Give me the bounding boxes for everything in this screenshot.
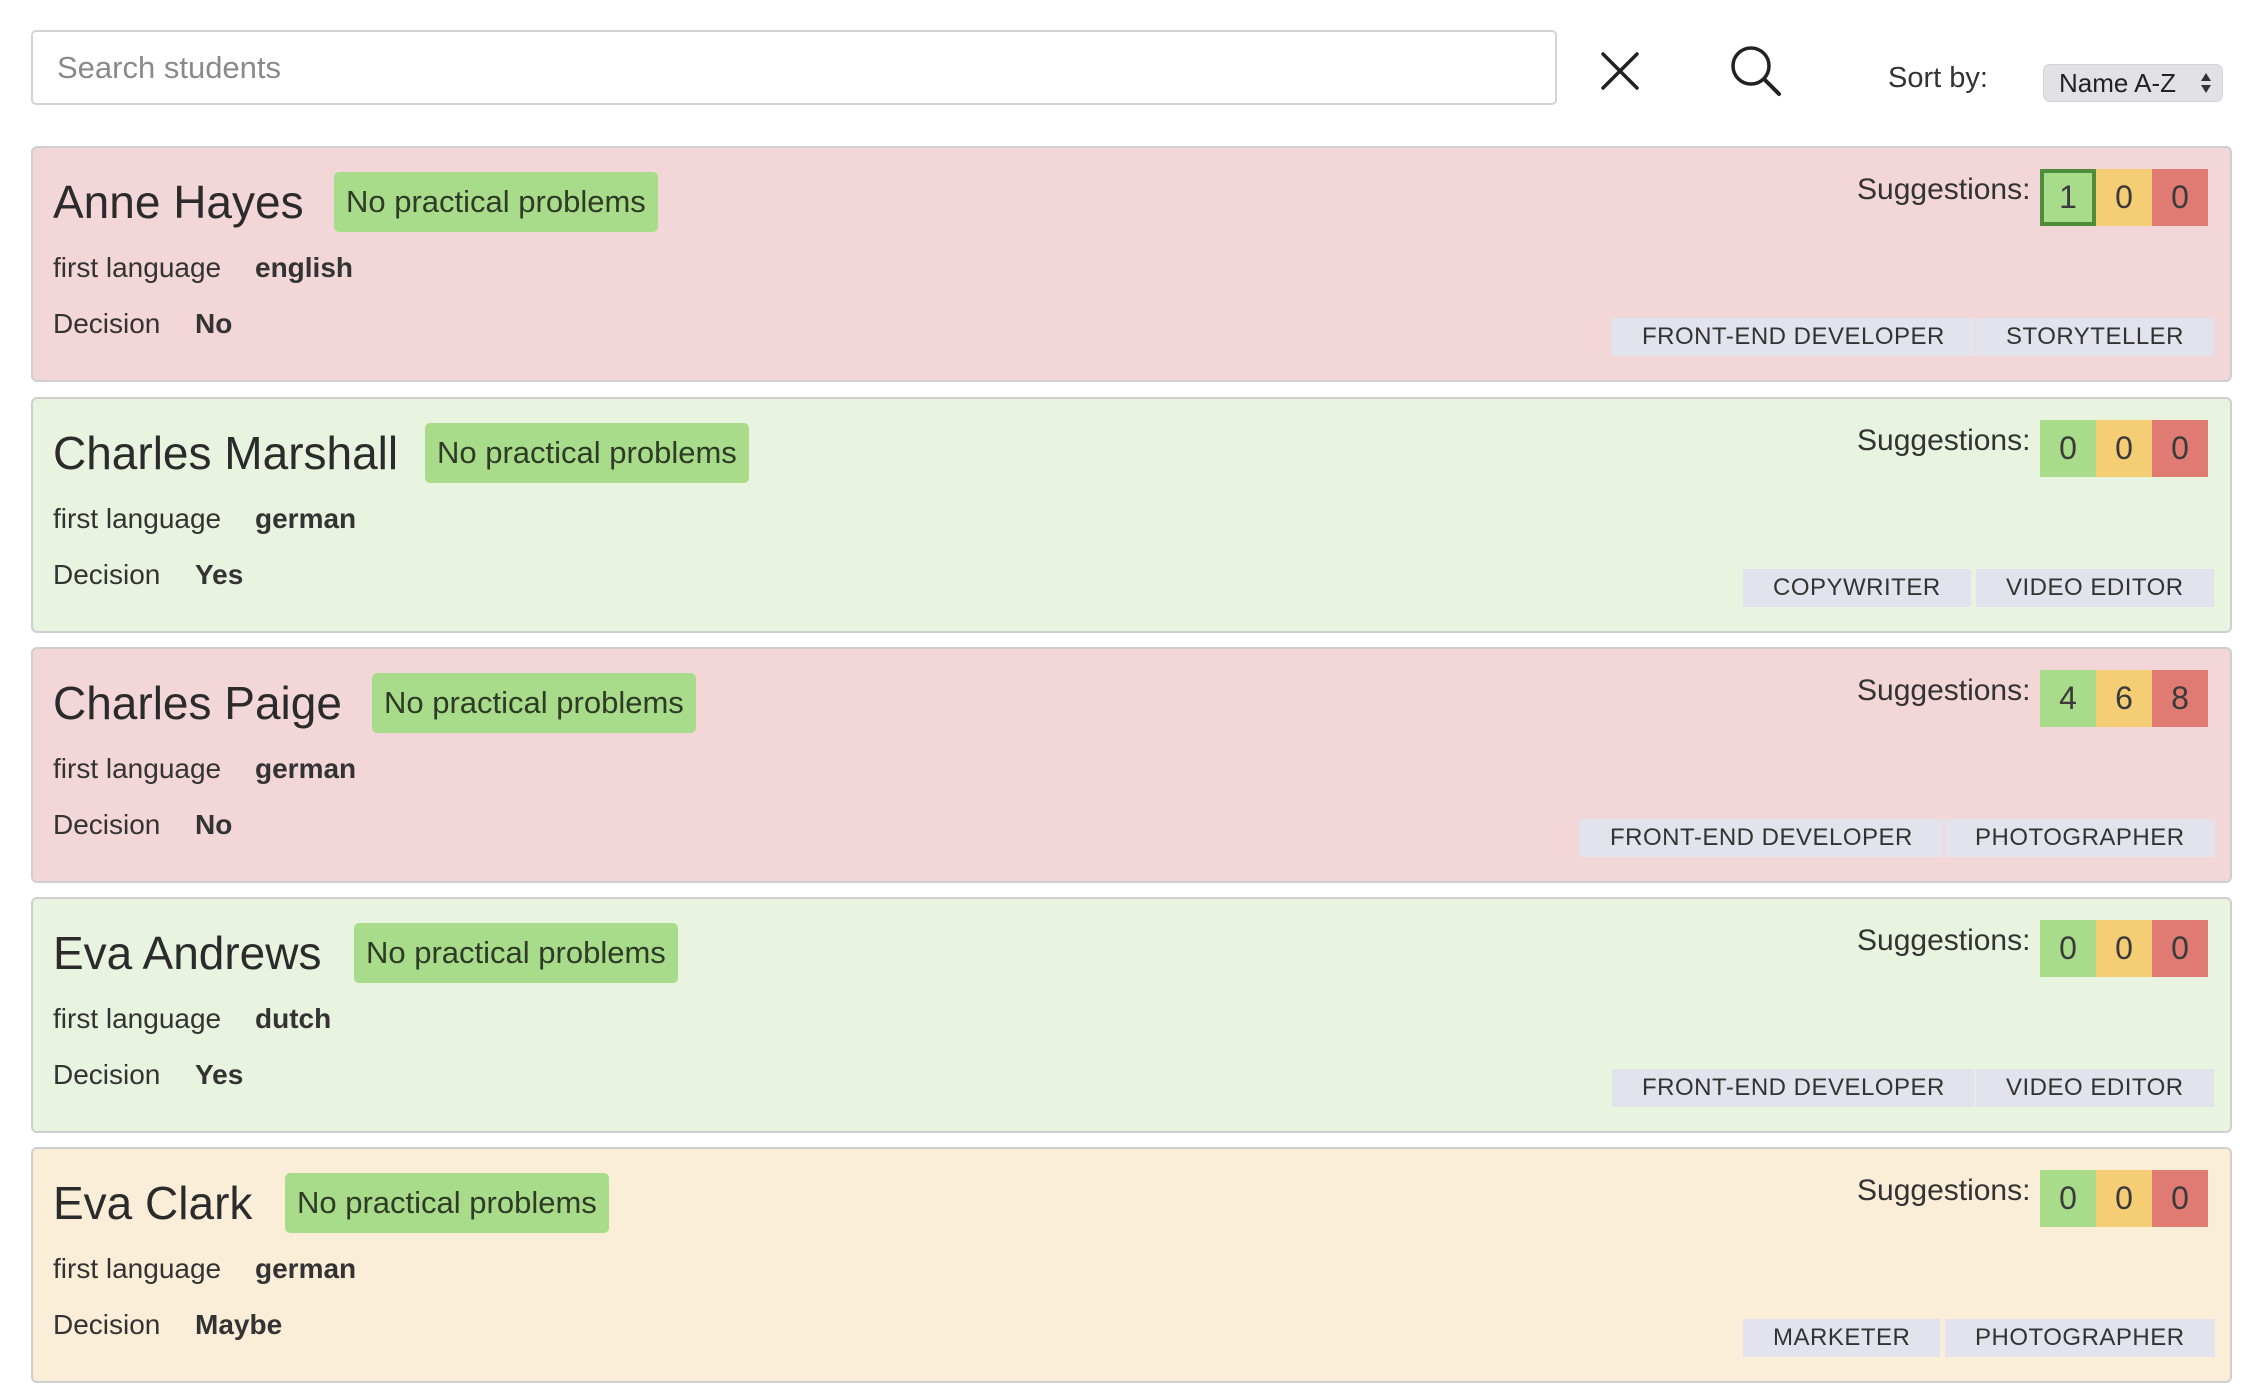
sort-label: Sort by: xyxy=(1888,62,1988,94)
status-badge: No practical problems xyxy=(285,1173,609,1233)
skill-tag[interactable]: FRONT-END DEVELOPER xyxy=(1612,1069,1975,1107)
suggestion-yes-count[interactable]: 4 xyxy=(2040,670,2096,727)
clear-search-button[interactable] xyxy=(1594,45,1646,97)
first-language-label: first language xyxy=(53,1003,222,1034)
sort-select[interactable]: Name A-Z xyxy=(2043,64,2223,102)
skill-tag[interactable]: COPYWRITER xyxy=(1743,569,1971,607)
suggestion-maybe-count[interactable]: 6 xyxy=(2096,670,2152,727)
suggestion-yes-count[interactable]: 0 xyxy=(2040,920,2096,977)
decision-value: No xyxy=(195,809,233,840)
first-language-label: first language xyxy=(53,1253,222,1284)
student-card[interactable]: Charles Paige No practical problems firs… xyxy=(31,647,2232,883)
status-badge: No practical problems xyxy=(334,172,658,232)
status-badge: No practical problems xyxy=(354,923,678,983)
skill-tag[interactable]: VIDEO EDITOR xyxy=(1976,1069,2214,1107)
decision-value: Yes xyxy=(195,559,244,590)
skill-tag[interactable]: VIDEO EDITOR xyxy=(1976,569,2214,607)
decision-label: Decision xyxy=(53,809,161,840)
skill-tag[interactable]: FRONT-END DEVELOPER xyxy=(1612,318,1975,356)
suggestion-maybe-count[interactable]: 0 xyxy=(2096,920,2152,977)
search-button[interactable] xyxy=(1725,40,1787,102)
suggestion-yes-count[interactable]: 1 xyxy=(2040,169,2096,226)
suggestions-label: Suggestions: xyxy=(1857,1174,2031,1207)
skill-tag[interactable]: FRONT-END DEVELOPER xyxy=(1580,819,1943,857)
decision-label: Decision xyxy=(53,559,161,590)
first-language-label: first language xyxy=(53,503,222,534)
decision-value: No xyxy=(195,308,233,339)
skill-tag[interactable]: PHOTOGRAPHER xyxy=(1945,1319,2215,1357)
student-name[interactable]: Charles Paige xyxy=(53,676,342,730)
suggestion-maybe-count[interactable]: 0 xyxy=(2096,1170,2152,1227)
search-icon xyxy=(1731,46,1781,96)
student-name[interactable]: Anne Hayes xyxy=(53,175,304,229)
suggestions-label: Suggestions: xyxy=(1857,424,2031,457)
suggestions-label: Suggestions: xyxy=(1857,173,2031,206)
student-card[interactable]: Charles Marshall No practical problems f… xyxy=(31,397,2232,633)
decision-value: Yes xyxy=(195,1059,244,1090)
suggestion-maybe-count[interactable]: 0 xyxy=(2096,420,2152,477)
suggestion-no-count[interactable]: 0 xyxy=(2152,420,2208,477)
close-icon xyxy=(1601,52,1639,90)
first-language-label: first language xyxy=(53,252,222,283)
first-language-label: first language xyxy=(53,753,222,784)
suggestion-yes-count[interactable]: 0 xyxy=(2040,420,2096,477)
suggestions-label: Suggestions: xyxy=(1857,924,2031,957)
student-list-page: Sort by: Name A-Z Anne Hayes No practica… xyxy=(0,0,2254,1394)
decision-label: Decision xyxy=(53,1059,161,1090)
suggestion-no-count[interactable]: 0 xyxy=(2152,169,2208,226)
status-badge: No practical problems xyxy=(425,423,749,483)
skill-tag[interactable]: MARKETER xyxy=(1743,1319,1941,1357)
student-card[interactable]: Anne Hayes No practical problems first l… xyxy=(31,146,2232,382)
suggestions-label: Suggestions: xyxy=(1857,674,2031,707)
student-name[interactable]: Eva Andrews xyxy=(53,926,321,980)
suggestion-maybe-count[interactable]: 0 xyxy=(2096,169,2152,226)
student-card[interactable]: Eva Clark No practical problems first la… xyxy=(31,1147,2232,1383)
decision-label: Decision xyxy=(53,1309,161,1340)
skill-tag[interactable]: PHOTOGRAPHER xyxy=(1945,819,2215,857)
search-input[interactable] xyxy=(31,30,1557,105)
decision-label: Decision xyxy=(53,308,161,339)
first-language-value: dutch xyxy=(255,1003,332,1034)
sort-arrows-icon xyxy=(2201,73,2211,93)
first-language-value: german xyxy=(255,1253,357,1284)
decision-value: Maybe xyxy=(195,1309,283,1340)
skill-tag[interactable]: STORYTELLER xyxy=(1976,318,2215,356)
suggestion-no-count[interactable]: 0 xyxy=(2152,920,2208,977)
student-name[interactable]: Charles Marshall xyxy=(53,426,398,480)
sort-selected-value: Name A-Z xyxy=(2059,67,2177,98)
suggestion-yes-count[interactable]: 0 xyxy=(2040,1170,2096,1227)
suggestion-no-count[interactable]: 0 xyxy=(2152,1170,2208,1227)
student-name[interactable]: Eva Clark xyxy=(53,1176,252,1230)
status-badge: No practical problems xyxy=(372,673,696,733)
first-language-value: english xyxy=(255,252,354,283)
suggestion-no-count[interactable]: 8 xyxy=(2152,670,2208,727)
student-card[interactable]: Eva Andrews No practical problems first … xyxy=(31,897,2232,1133)
first-language-value: german xyxy=(255,753,357,784)
first-language-value: german xyxy=(255,503,357,534)
